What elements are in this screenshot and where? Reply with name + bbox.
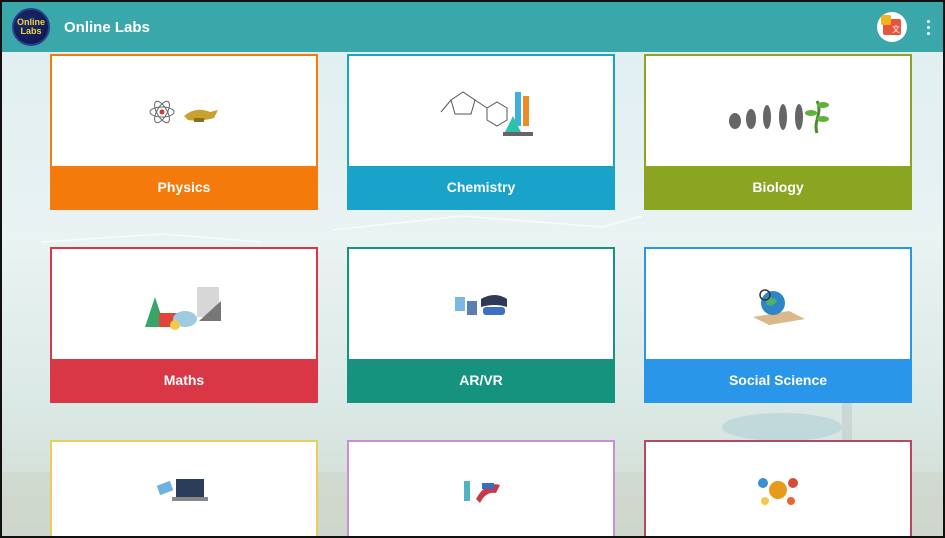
subject-label: Biology (646, 166, 910, 208)
lab-equipment-illustration (349, 442, 613, 536)
app-title: Online Labs (64, 18, 150, 36)
more-options-button[interactable] (921, 15, 935, 39)
subject-label: Social Science (646, 359, 910, 401)
network-illustration (646, 442, 910, 536)
subject-card-row3-2[interactable] (347, 440, 615, 536)
biology-illustration (646, 56, 910, 168)
subject-label: Chemistry (349, 166, 613, 208)
ar-vr-illustration (349, 249, 613, 361)
subject-label: AR/VR (349, 359, 613, 401)
translate-button[interactable] (877, 12, 907, 42)
app-window: Online Labs Online Labs Physics (0, 0, 945, 538)
subject-card-maths[interactable]: Maths (50, 247, 318, 403)
subject-card-chemistry[interactable]: Chemistry (347, 54, 615, 210)
app-bar: Online Labs Online Labs (2, 2, 943, 52)
computer-illustration (52, 442, 316, 536)
subject-card-row3-1[interactable] (50, 440, 318, 536)
subject-card-ar-vr[interactable]: AR/VR (347, 247, 615, 403)
subject-card-row3-3[interactable] (644, 440, 912, 536)
maths-illustration (52, 249, 316, 361)
subject-label: Physics (52, 166, 316, 208)
more-vert-icon (926, 19, 930, 23)
translate-icon (881, 15, 901, 35)
subject-label: Maths (52, 359, 316, 401)
chemistry-illustration (349, 56, 613, 168)
subject-card-biology[interactable]: Biology (644, 54, 912, 210)
subject-card-social-science[interactable]: Social Science (644, 247, 912, 403)
physics-illustration (52, 56, 316, 168)
social-science-illustration (646, 249, 910, 361)
subject-card-physics[interactable]: Physics (50, 54, 318, 210)
logo-text-bottom: Labs (20, 26, 42, 36)
online-labs-logo[interactable]: Online Labs (12, 8, 50, 46)
